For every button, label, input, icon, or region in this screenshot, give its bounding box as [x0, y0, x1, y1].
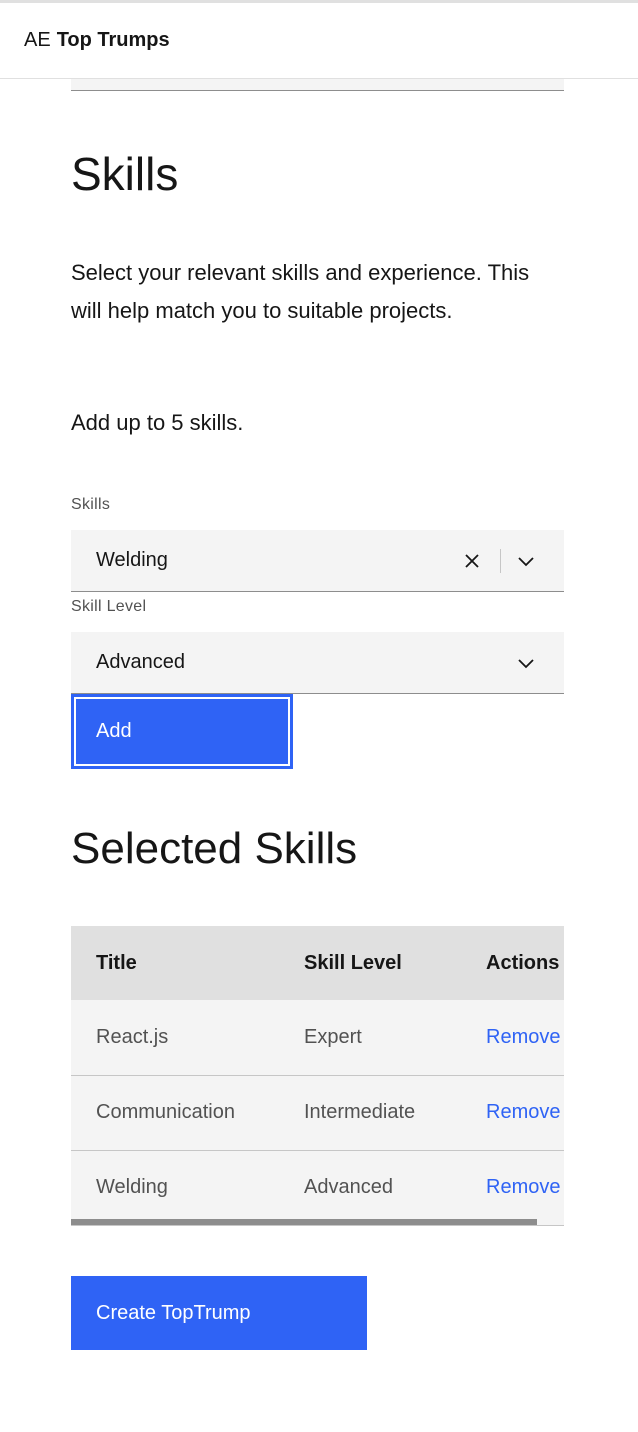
table-header-row: Title Skill Level Actions	[71, 926, 564, 1000]
remove-skill-link[interactable]: Remove	[461, 1075, 564, 1150]
intro-text: Select your relevant skills and experien…	[71, 260, 530, 323]
selected-skills-table[interactable]: Title Skill Level Actions React.js Exper…	[71, 926, 564, 1226]
remove-skill-link[interactable]: Remove	[461, 1000, 564, 1075]
brand-prefix: AE	[24, 29, 51, 51]
column-header-title: Title	[96, 951, 137, 974]
create-toptrump-button-label: Create TopTrump	[96, 1301, 251, 1324]
skill-title-cell: React.js	[96, 1025, 169, 1048]
skills-combobox-value[interactable]: Welding	[96, 549, 564, 572]
skills-combobox[interactable]: Welding	[71, 530, 564, 592]
chevron-down-icon[interactable]	[514, 651, 538, 675]
skill-level-cell: Intermediate	[304, 1101, 416, 1123]
column-header-skill-level: Skill Level	[304, 951, 402, 974]
column-header-actions: Actions	[486, 951, 560, 974]
skill-title-cell: Communication	[96, 1101, 235, 1123]
app-header: AE Top Trumps	[0, 0, 638, 79]
combobox-divider	[500, 549, 501, 573]
close-icon[interactable]	[460, 549, 484, 573]
add-skill-button[interactable]: Add	[71, 694, 293, 769]
remove-skill-link[interactable]: Remove	[461, 1150, 564, 1225]
table-row: Welding Advanced Remove	[71, 1150, 564, 1225]
skill-level-field-label: Skill Level	[71, 598, 147, 615]
chevron-down-icon[interactable]	[514, 549, 538, 573]
create-toptrump-button[interactable]: Create TopTrump	[71, 1276, 367, 1350]
skills-field-label: Skills	[71, 496, 111, 513]
skill-title-cell: Welding	[96, 1176, 168, 1199]
table-row: Communication Intermediate Remove	[71, 1075, 564, 1150]
skill-level-cell: Expert	[304, 1025, 362, 1048]
brand-name[interactable]: Top Trumps	[57, 29, 170, 52]
selected-skills-title: Selected Skills	[71, 824, 358, 873]
table-horizontal-scrollbar[interactable]	[71, 1219, 537, 1225]
add-skill-button-label: Add	[96, 720, 132, 742]
skills-limit-note: Add up to 5 skills.	[71, 410, 244, 435]
page-title: Skills	[71, 148, 179, 200]
skill-level-cell: Advanced	[304, 1176, 393, 1199]
previous-field-edge	[71, 79, 564, 91]
skill-level-select[interactable]: Advanced	[71, 632, 564, 694]
table-row: React.js Expert Remove	[71, 1000, 564, 1075]
skill-level-select-value[interactable]: Advanced	[96, 651, 564, 674]
